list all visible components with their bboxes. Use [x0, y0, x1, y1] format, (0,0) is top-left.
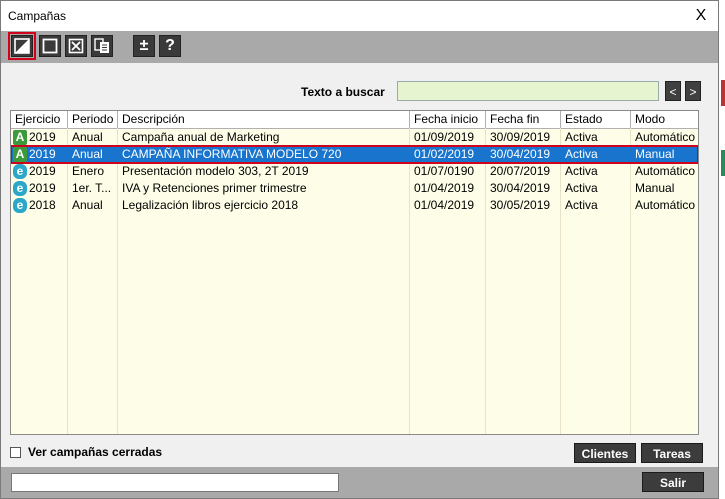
cell-ejercicio: 2018 [29, 198, 56, 212]
search-prev-button[interactable]: < [665, 81, 681, 101]
campaign-e-icon: e [13, 164, 27, 179]
col-fecha-inicio[interactable]: Fecha inicio [410, 111, 486, 128]
x-box-icon [68, 38, 84, 54]
cell-fecha-inicio: 01/04/2019 [414, 198, 475, 212]
cell-ejercicio: 2019 [29, 181, 56, 195]
new-campaign-button[interactable] [8, 32, 36, 60]
footer-bar: Salir [1, 467, 718, 498]
cell-modo: Automático [635, 198, 696, 212]
help-icon: ? [165, 37, 175, 54]
table-header: Ejercicio Periodo Descripción Fecha inic… [11, 111, 698, 129]
search-next-button[interactable]: > [685, 81, 701, 101]
new-icon [14, 38, 30, 54]
cell-periodo: Anual [72, 198, 103, 212]
blank-button[interactable] [39, 35, 61, 57]
salir-button[interactable]: Salir [642, 472, 704, 492]
search-input[interactable] [397, 81, 659, 101]
close-icon[interactable]: X [690, 5, 712, 27]
plus-minus-button[interactable]: ± [133, 35, 155, 57]
delete-button[interactable] [65, 35, 87, 57]
cell-modo: Automático [635, 130, 696, 144]
cell-fecha-fin: 20/07/2019 [490, 164, 551, 178]
cell-fecha-fin: 30/05/2019 [490, 198, 551, 212]
col-modo[interactable]: Modo [631, 111, 698, 128]
plus-minus-icon: ± [139, 37, 149, 54]
copy-button[interactable] [91, 35, 113, 57]
search-label: Texto a buscar [301, 85, 385, 99]
cell-fecha-inicio: 01/04/2019 [414, 181, 475, 195]
cell-descripcion: Presentación modelo 303, 2T 2019 [122, 164, 309, 178]
cell-ejercicio: 2019 [29, 147, 56, 161]
cell-estado: Activa [565, 130, 598, 144]
status-input[interactable] [11, 473, 339, 492]
cell-descripcion: Legalización libros ejercicio 2018 [122, 198, 299, 212]
cell-fecha-fin: 30/04/2019 [490, 147, 551, 161]
col-ejercicio[interactable]: Ejercicio [11, 111, 68, 128]
cell-fecha-inicio: 01/09/2019 [414, 130, 475, 144]
campaign-e-icon: e [13, 198, 27, 213]
cell-fecha-inicio: 01/02/2019 [414, 147, 475, 161]
cell-descripcion: IVA y Retenciones primer trimestre [122, 181, 307, 195]
campaigns-dialog: Campañas X ± ? Texto a buscar < > Ejerci… [0, 0, 719, 499]
cell-estado: Activa [565, 164, 598, 178]
cell-periodo: 1er. T... [72, 181, 112, 195]
background-window-edge [719, 0, 725, 499]
campaign-a-icon: A [13, 147, 27, 162]
cell-modo: Manual [635, 181, 675, 195]
col-periodo[interactable]: Periodo [68, 111, 118, 128]
table-row[interactable]: e 2019 Enero Presentación modelo 303, 2T… [11, 163, 698, 180]
cell-periodo: Anual [72, 147, 103, 161]
cell-descripcion: Campaña anual de Marketing [122, 130, 280, 144]
square-icon [42, 38, 58, 54]
cell-modo: Automático [635, 164, 696, 178]
tareas-button[interactable]: Tareas [641, 443, 703, 463]
cell-fecha-fin: 30/04/2019 [490, 181, 551, 195]
table-row-selected[interactable]: A 2019 Anual CAMPAÑA INFORMATIVA MODELO … [11, 145, 698, 164]
window-title: Campañas [8, 9, 67, 23]
toolbar: ± ? [1, 31, 718, 63]
cell-ejercicio: 2019 [29, 164, 56, 178]
col-descripcion[interactable]: Descripción [118, 111, 410, 128]
background-green-marker [721, 150, 725, 176]
cell-ejercicio: 2019 [29, 130, 56, 144]
col-estado[interactable]: Estado [561, 111, 631, 128]
campaign-a-icon: A [13, 130, 27, 145]
title-bar: Campañas X [1, 1, 718, 31]
table-row[interactable]: e 2018 Anual Legalización libros ejercic… [11, 197, 698, 214]
table-row[interactable]: e 2019 1er. T... IVA y Retenciones prime… [11, 180, 698, 197]
campaigns-table: Ejercicio Periodo Descripción Fecha inic… [10, 110, 699, 435]
cell-periodo: Enero [72, 164, 105, 178]
closed-campaigns-label: Ver campañas cerradas [28, 445, 163, 459]
cell-estado: Activa [565, 147, 598, 161]
col-fecha-fin[interactable]: Fecha fin [486, 111, 561, 128]
copy-icon [94, 38, 109, 53]
cell-descripcion: CAMPAÑA INFORMATIVA MODELO 720 [122, 147, 342, 161]
background-red-marker [721, 80, 725, 106]
clientes-button[interactable]: Clientes [574, 443, 636, 463]
campaign-e-icon: e [13, 181, 27, 196]
cell-modo: Manual [635, 147, 675, 161]
cell-estado: Activa [565, 198, 598, 212]
cell-periodo: Anual [72, 130, 103, 144]
cell-estado: Activa [565, 181, 598, 195]
cell-fecha-fin: 30/09/2019 [490, 130, 551, 144]
help-button[interactable]: ? [159, 35, 181, 57]
table-row[interactable]: A 2019 Anual Campaña anual de Marketing … [11, 129, 698, 146]
cell-fecha-inicio: 01/07/0190 [414, 164, 475, 178]
closed-campaigns-checkbox[interactable] [10, 447, 21, 458]
